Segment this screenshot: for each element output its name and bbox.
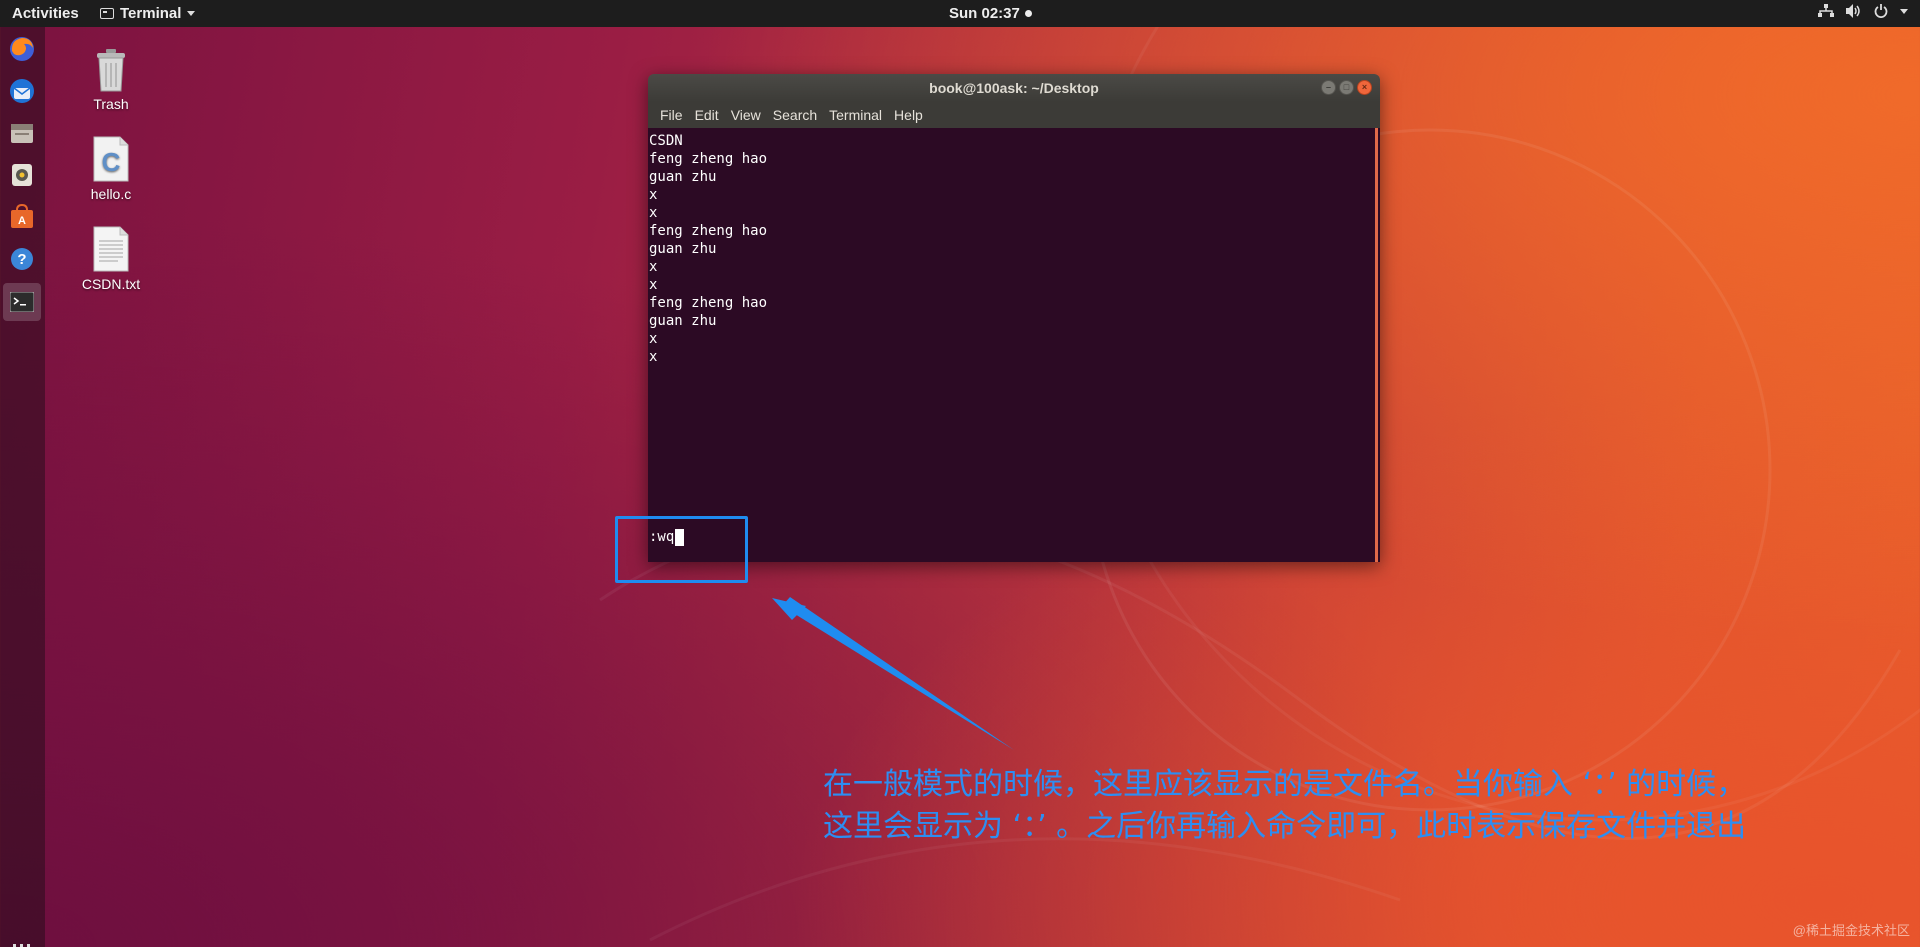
menu-file[interactable]: File: [654, 107, 689, 123]
annotation-line-1: 在一般模式的时候，这里应该显示的是文件名。当你输入 ‘：’ 的时候，: [823, 767, 1747, 802]
chevron-down-icon: [1900, 8, 1908, 14]
terminal-icon[interactable]: [3, 283, 41, 321]
menu-search[interactable]: Search: [767, 107, 823, 123]
terminal-menubar: File Edit View Search Terminal Help: [648, 102, 1380, 128]
watermark: @稀土掘金技术社区: [1792, 923, 1910, 938]
software-center-icon[interactable]: A: [6, 201, 38, 233]
desktop-icon-csdn-txt[interactable]: CSDN.txt: [66, 225, 156, 292]
rhythmbox-icon[interactable]: [6, 159, 38, 191]
svg-text:A: A: [18, 215, 26, 227]
scrollbar[interactable]: [1375, 128, 1378, 562]
thunderbird-icon[interactable]: [6, 75, 38, 107]
menu-terminal[interactable]: Terminal: [823, 107, 888, 123]
desktop-icon-label: hello.c: [90, 186, 132, 202]
help-icon[interactable]: ?: [6, 243, 38, 275]
desktop-icon-trash[interactable]: Trash: [66, 45, 156, 112]
text-file-icon: [90, 225, 132, 273]
desktop-icon-hello-c[interactable]: C hello.c: [66, 135, 156, 202]
terminal-output: CSDN feng zheng hao guan zhu x x feng zh…: [649, 133, 768, 365]
clock[interactable]: Sun 02:37: [949, 5, 1032, 22]
chevron-down-icon: [187, 11, 196, 16]
clock-label: Sun 02:37: [949, 5, 1020, 22]
minimize-icon[interactable]: –: [1321, 80, 1336, 95]
top-bar: Activities Terminal Sun 02:37: [0, 0, 1920, 27]
firefox-icon[interactable]: [6, 33, 38, 65]
power-icon[interactable]: [1874, 4, 1888, 18]
terminal-content[interactable]: CSDN feng zheng hao guan zhu x x feng zh…: [648, 128, 1380, 562]
notification-dot-icon: [1024, 10, 1032, 17]
menu-help[interactable]: Help: [888, 107, 929, 123]
close-icon[interactable]: ×: [1357, 80, 1372, 95]
activities-button[interactable]: Activities: [12, 5, 79, 22]
window-controls: – □ ×: [1321, 80, 1372, 95]
volume-icon[interactable]: [1846, 4, 1862, 18]
window-title: book@100ask: ~/Desktop: [929, 80, 1099, 96]
svg-text:?: ?: [17, 251, 26, 268]
c-source-file-icon: C: [90, 135, 132, 183]
menu-edit[interactable]: Edit: [689, 107, 725, 123]
app-menu-label: Terminal: [120, 5, 182, 22]
terminal-window[interactable]: book@100ask: ~/Desktop – □ × File Edit V…: [648, 74, 1380, 562]
app-menu[interactable]: Terminal: [100, 5, 196, 22]
network-icon[interactable]: [1818, 4, 1834, 18]
window-titlebar[interactable]: book@100ask: ~/Desktop – □ ×: [648, 74, 1380, 102]
desktop-icon-label: CSDN.txt: [81, 276, 141, 292]
annotation-line-2: 这里会显示为 ‘：’ 。之后你再输入命令即可，此时表示保存文件并退出: [823, 809, 1747, 844]
files-icon[interactable]: [6, 117, 38, 149]
svg-text:C: C: [102, 147, 121, 177]
trash-icon: [90, 45, 132, 93]
annotation-text: 在一般模式的时候，这里应该显示的是文件名。当你输入 ‘：’ 的时候， 这里会显示…: [823, 764, 1883, 848]
highlight-box: [615, 516, 748, 583]
menu-view[interactable]: View: [725, 107, 767, 123]
terminal-small-icon: [100, 8, 114, 19]
desktop-icon-label: Trash: [93, 96, 129, 112]
dock: A ?: [0, 27, 45, 947]
system-tray[interactable]: [1818, 4, 1908, 18]
maximize-icon[interactable]: □: [1339, 80, 1354, 95]
